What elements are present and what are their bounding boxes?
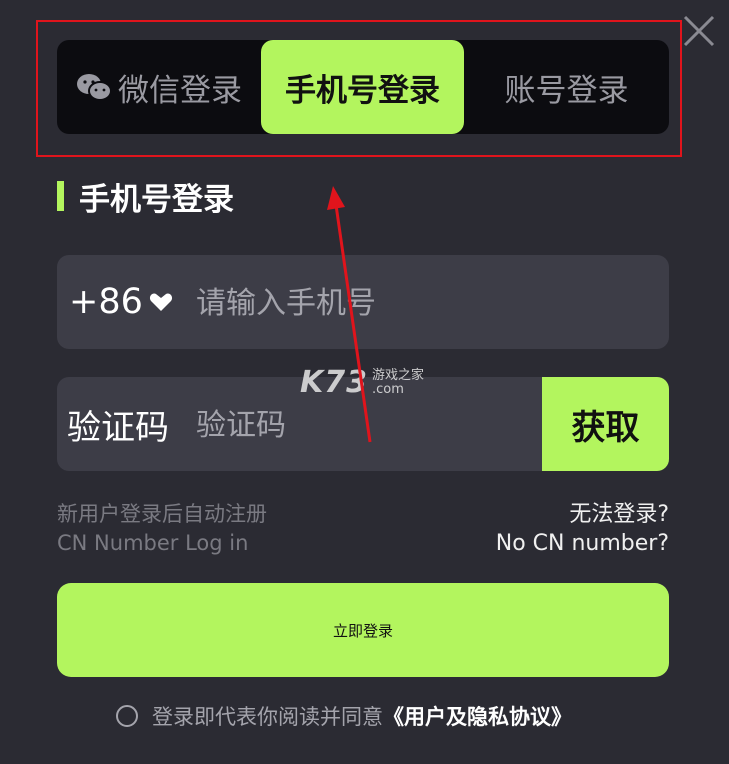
phone-input-row: +86 [57, 255, 669, 349]
country-code-select[interactable]: +86 [69, 255, 173, 349]
heart-dropdown-icon [149, 293, 172, 311]
new-user-hint-line1: 新用户登录后自动注册 [57, 502, 267, 526]
verification-code-label: 验证码 [67, 407, 169, 448]
country-code-value: +86 [69, 282, 143, 322]
new-user-hint-line2: CN Number Log in [57, 531, 249, 555]
watermark-logo-text: K73 [300, 365, 368, 400]
get-code-button[interactable]: 获取 [542, 377, 669, 471]
agreement-text: 登录即代表你阅读并同意 [152, 705, 383, 729]
k73-watermark: K73 游戏之家 .com [300, 365, 424, 400]
no-cn-number-link[interactable]: No CN number? [496, 529, 669, 558]
agreement-radio[interactable] [116, 705, 138, 727]
close-icon[interactable] [682, 14, 716, 48]
title-accent-bar [57, 181, 64, 211]
verification-code-input[interactable] [194, 397, 538, 453]
phone-number-input[interactable] [194, 275, 648, 331]
annotation-highlight-box [36, 20, 682, 157]
login-button[interactable]: 立即登录 [57, 583, 669, 677]
watermark-cn-text: 游戏之家 [372, 367, 425, 383]
help-links: 无法登录? No CN number? [496, 500, 669, 558]
section-title-text: 手机号登录 [79, 181, 234, 218]
section-title: 手机号登录 [57, 176, 234, 218]
agreement-row: 登录即代表你阅读并同意 《用户及隐私协议》 [116, 700, 572, 732]
cannot-login-link[interactable]: 无法登录? [496, 500, 669, 529]
watermark-domain-text: .com [372, 381, 404, 397]
privacy-agreement-link[interactable]: 《用户及隐私协议》 [383, 701, 572, 731]
new-user-hint: 新用户登录后自动注册 CN Number Log in [57, 500, 267, 558]
